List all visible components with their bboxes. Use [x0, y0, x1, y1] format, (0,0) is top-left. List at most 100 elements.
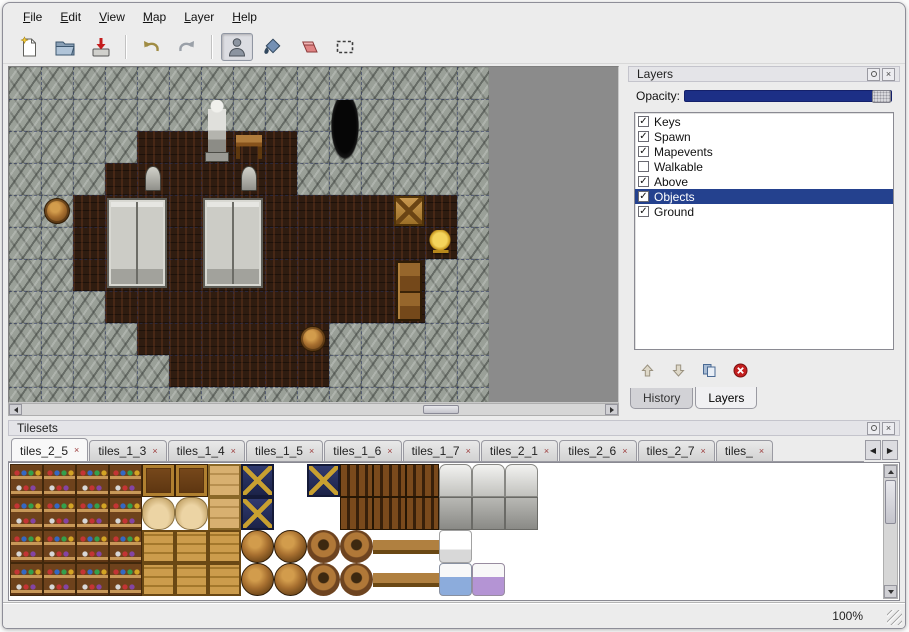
- stone-tile[interactable]: [393, 99, 425, 131]
- map-object-door[interactable]: [105, 195, 169, 291]
- stone-tile[interactable]: [329, 387, 361, 403]
- stone-tile[interactable]: [9, 99, 41, 131]
- layer-visibility-checkbox[interactable]: ✓: [638, 176, 649, 187]
- stone-tile[interactable]: [105, 99, 137, 131]
- floor-tile[interactable]: [73, 227, 105, 259]
- scroll-up-button[interactable]: [884, 465, 897, 478]
- floor-tile[interactable]: [297, 355, 329, 387]
- floor-tile[interactable]: [265, 323, 297, 355]
- raise-layer-button[interactable]: [638, 361, 656, 379]
- stone-tile[interactable]: [105, 355, 137, 387]
- save-map-button[interactable]: [85, 33, 117, 61]
- tileset-tile-wood-crate[interactable]: [142, 563, 175, 596]
- tileset-tile-pot[interactable]: [307, 530, 340, 563]
- tileset-tile-barrel[interactable]: [274, 563, 307, 596]
- map-object-barrel[interactable]: [297, 323, 329, 355]
- stone-tile[interactable]: [169, 99, 201, 131]
- tileset-tile-bed-purple[interactable]: [472, 563, 505, 596]
- tileset-tile-wood-crate[interactable]: [208, 530, 241, 563]
- stone-tile[interactable]: [265, 387, 297, 403]
- eraser-tool-button[interactable]: [293, 33, 325, 61]
- map-hscrollbar[interactable]: [8, 403, 619, 416]
- stone-tile[interactable]: [457, 323, 489, 355]
- stone-tile[interactable]: [41, 323, 73, 355]
- stone-tile[interactable]: [425, 131, 457, 163]
- tileset-tab-tiles_1_7[interactable]: tiles_1_7×: [403, 440, 480, 461]
- stamp-tool-button[interactable]: [221, 33, 253, 61]
- stone-tile[interactable]: [425, 259, 457, 291]
- stone-tile[interactable]: [41, 291, 73, 323]
- floor-tile[interactable]: [329, 259, 361, 291]
- close-tab-icon[interactable]: ×: [387, 447, 392, 456]
- stone-tile[interactable]: [73, 355, 105, 387]
- tileset-tile-shelf[interactable]: [10, 530, 43, 563]
- stone-tile[interactable]: [41, 227, 73, 259]
- tileset-tile-bench[interactable]: [406, 563, 439, 596]
- tileset-tile-shelf[interactable]: [76, 497, 109, 530]
- stone-tile[interactable]: [457, 355, 489, 387]
- floor-tile[interactable]: [169, 355, 201, 387]
- floor-tile[interactable]: [297, 259, 329, 291]
- tileset-tile-shelf[interactable]: [109, 563, 142, 596]
- menu-layer[interactable]: Layer: [176, 8, 222, 26]
- stone-tile[interactable]: [425, 163, 457, 195]
- stone-tile[interactable]: [425, 99, 457, 131]
- stone-tile[interactable]: [393, 163, 425, 195]
- stone-tile[interactable]: [73, 67, 105, 99]
- stone-tile[interactable]: [9, 195, 41, 227]
- tileset-tile-door-bottom[interactable]: [472, 497, 505, 530]
- close-tab-icon[interactable]: ×: [74, 446, 79, 455]
- close-tab-icon[interactable]: ×: [309, 447, 314, 456]
- map-object-chalice[interactable]: [425, 227, 457, 259]
- stone-tile[interactable]: [297, 163, 329, 195]
- stone-tile[interactable]: [9, 227, 41, 259]
- stone-tile[interactable]: [457, 291, 489, 323]
- floor-tile[interactable]: [105, 163, 137, 195]
- stone-tile[interactable]: [9, 387, 41, 403]
- stone-tile[interactable]: [361, 323, 393, 355]
- scroll-right-button[interactable]: [605, 404, 618, 415]
- floor-tile[interactable]: [169, 259, 201, 291]
- tileset-tab-tiles_2_5[interactable]: tiles_2_5×: [11, 438, 88, 462]
- stone-tile[interactable]: [393, 323, 425, 355]
- stone-tile[interactable]: [9, 163, 41, 195]
- floor-tile[interactable]: [265, 131, 297, 163]
- floor-tile[interactable]: [361, 291, 393, 323]
- stone-tile[interactable]: [329, 163, 361, 195]
- close-panel-button[interactable]: ×: [882, 422, 895, 435]
- tileset-tile-crate-navy[interactable]: [241, 497, 274, 530]
- floor-tile[interactable]: [201, 355, 233, 387]
- floor-tile[interactable]: [169, 195, 201, 227]
- layer-row-mapevents[interactable]: ✓Mapevents: [635, 144, 893, 159]
- map-object-table[interactable]: [233, 131, 265, 163]
- stone-tile[interactable]: [361, 387, 393, 403]
- tileset-tile-ladder[interactable]: [340, 464, 373, 497]
- tileset-tile-wood-crate[interactable]: [175, 563, 208, 596]
- layer-row-above[interactable]: ✓Above: [635, 174, 893, 189]
- tileset-tile-crate-tan[interactable]: [208, 464, 241, 497]
- stone-tile[interactable]: [9, 323, 41, 355]
- tileset-tile-sack[interactable]: [175, 497, 208, 530]
- close-tab-icon[interactable]: ×: [152, 447, 157, 456]
- stone-tile[interactable]: [41, 387, 73, 403]
- floor-tile[interactable]: [361, 227, 393, 259]
- floor-tile[interactable]: [73, 195, 105, 227]
- close-tab-icon[interactable]: ×: [544, 447, 549, 456]
- stone-tile[interactable]: [393, 67, 425, 99]
- tileset-tile-wood-crate[interactable]: [175, 530, 208, 563]
- stone-tile[interactable]: [297, 131, 329, 163]
- stone-tile[interactable]: [297, 387, 329, 403]
- tileset-tile-barrel[interactable]: [241, 530, 274, 563]
- layer-visibility-checkbox[interactable]: ✓: [638, 206, 649, 217]
- close-panel-button[interactable]: ×: [882, 68, 895, 81]
- stone-tile[interactable]: [105, 387, 137, 403]
- duplicate-layer-button[interactable]: [700, 361, 718, 379]
- tileset-tab-tiles_1_4[interactable]: tiles_1_4×: [168, 440, 245, 461]
- tileset-tile-pot[interactable]: [340, 530, 373, 563]
- tileset-tile-ladder[interactable]: [406, 464, 439, 497]
- stone-tile[interactable]: [329, 355, 361, 387]
- menu-map[interactable]: Map: [135, 8, 174, 26]
- stone-tile[interactable]: [73, 163, 105, 195]
- layer-row-ground[interactable]: ✓Ground: [635, 204, 893, 219]
- floor-tile[interactable]: [361, 195, 393, 227]
